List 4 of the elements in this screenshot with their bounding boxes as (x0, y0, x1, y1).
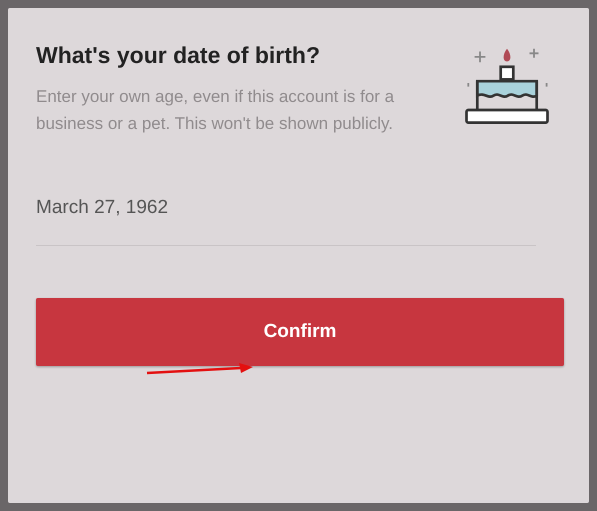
date-field[interactable]: March 27, 1962 (36, 197, 536, 246)
description-text: Enter your own age, even if this account is for a business or a pet. This won't be shown publicly. (36, 86, 396, 135)
page-title: What's your date of birth? (36, 42, 322, 69)
confirm-button[interactable]: Confirm (36, 298, 564, 366)
